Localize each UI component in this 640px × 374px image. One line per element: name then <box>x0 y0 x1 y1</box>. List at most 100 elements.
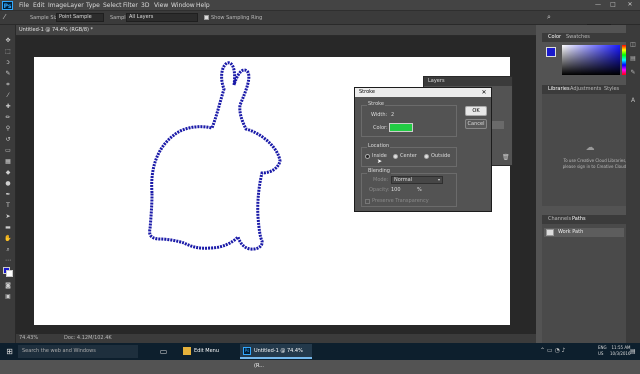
history-panel-icon[interactable]: ◫ <box>629 41 637 49</box>
dodge-tool-icon[interactable]: ● <box>3 180 13 188</box>
taskbar-photoshop[interactable]: Ps Untitled-1 @ 74.4% (R... <box>240 344 312 369</box>
trash-icon[interactable]: 🗑 <box>502 155 510 161</box>
eyedropper-tool-icon[interactable]: ⁄ <box>4 13 14 22</box>
layers-tab[interactable]: Layers <box>424 77 512 86</box>
color-tab[interactable]: Color <box>548 33 561 42</box>
taskbar-search-text: Search the web and Windows <box>22 348 96 354</box>
brush-tool-icon[interactable]: ✏ <box>3 114 13 122</box>
foreground-color-chip[interactable] <box>546 47 556 57</box>
photoshop-icon: Ps <box>243 347 251 355</box>
close-icon[interactable]: ✕ <box>480 88 488 97</box>
healing-brush-icon[interactable]: ✚ <box>3 103 13 111</box>
stroke-dialog: Stroke ✕ Stroke Width: 2 Color: Location… <box>354 87 492 212</box>
menu-filter[interactable]: Filter <box>123 1 138 10</box>
outside-radio[interactable] <box>424 154 429 159</box>
center-radio[interactable] <box>393 154 398 159</box>
adjustments-tab[interactable]: Adjustments <box>570 85 601 94</box>
quick-mask-icon[interactable]: ◙ <box>3 282 13 290</box>
clone-stamp-icon[interactable]: ⚲ <box>3 125 13 133</box>
hand-tool-icon[interactable]: ✋ <box>3 235 13 243</box>
opacity-unit: % <box>417 187 422 193</box>
taskbar-search[interactable]: Search the web and Windows <box>18 345 138 358</box>
menu-file[interactable]: File <box>19 1 29 10</box>
shape-tool-icon[interactable]: ▬ <box>3 224 13 232</box>
menu-select[interactable]: Select <box>103 1 122 10</box>
character-panel-icon[interactable]: A <box>629 97 637 105</box>
show-sampling-ring-checkbox[interactable] <box>204 15 209 20</box>
zoom-tool-icon[interactable]: ⌕ <box>3 246 13 254</box>
width-input[interactable]: 2 <box>391 112 394 119</box>
paths-tab[interactable]: Paths <box>572 215 586 224</box>
location-group-label: Location <box>367 143 391 150</box>
panel-icon-strip: ◫ ▤ ✎ A <box>626 25 640 343</box>
taskbar-edit-menu[interactable]: Edit Menu <box>180 344 238 359</box>
doc-size: Doc: 4.12M/102.4K <box>64 335 112 341</box>
stroke-color-swatch[interactable] <box>389 123 413 132</box>
properties-panel-icon[interactable]: ▤ <box>629 55 637 63</box>
screen-mode-icon[interactable]: ▣ <box>3 293 13 301</box>
menu-edit[interactable]: Edit <box>33 1 45 10</box>
pen-tool-icon[interactable]: ✒ <box>3 191 13 199</box>
swatches-tab[interactable]: Swatches <box>566 33 590 42</box>
gradient-tool-icon[interactable]: ▦ <box>3 158 13 166</box>
mode-select[interactable]: Normal ▾ <box>391 176 443 184</box>
background-color-swatch[interactable] <box>6 270 13 277</box>
stroke-group-label: Stroke <box>367 101 385 108</box>
search-icon[interactable]: ⌕ <box>547 13 557 22</box>
windows-taskbar: ⊞ Search the web and Windows ▭ Edit Menu… <box>0 343 640 369</box>
cancel-button[interactable]: Cancel <box>465 119 487 129</box>
zoom-level[interactable]: 74.43% <box>19 334 38 343</box>
color-label: Color: <box>373 125 388 131</box>
quick-select-tool-icon[interactable]: ✎ <box>3 70 13 78</box>
document-tab-bar: Untitled-1 @ 74.4% (RGB/8) * <box>16 25 536 36</box>
center-label: Center <box>400 153 417 159</box>
marquee-tool-icon[interactable]: ⬚ <box>3 48 13 56</box>
blur-tool-icon[interactable]: ◆ <box>3 169 13 177</box>
notifications-icon[interactable]: ▤ <box>630 347 638 356</box>
inside-radio[interactable] <box>365 154 370 159</box>
tools-panel: ✥ ⬚ ↄ ✎ ⌗ ⁄ ✚ ✏ ⚲ ↺ ▭ ▦ ◆ ● ✒ T ➤ ▬ ✋ ⌕ … <box>0 25 16 343</box>
task-view-icon[interactable]: ▭ <box>158 346 169 357</box>
minimize-button[interactable]: — <box>592 1 604 9</box>
opacity-input[interactable]: 100 <box>391 187 401 194</box>
styles-tab[interactable]: Styles <box>604 85 619 94</box>
system-tray-icons[interactable]: ⌃ ▭ ◔ ♪ <box>540 346 600 356</box>
color-field[interactable] <box>562 45 620 75</box>
maximize-button[interactable]: □ <box>607 1 619 9</box>
close-window-button[interactable]: ✕ <box>624 1 636 9</box>
crop-tool-icon[interactable]: ⌗ <box>3 81 13 89</box>
sample-select[interactable]: All Layers <box>126 13 198 22</box>
more-tools-icon[interactable]: ⋯ <box>3 257 13 265</box>
move-tool-icon[interactable]: ✥ <box>3 37 13 45</box>
preserve-transparency-checkbox[interactable] <box>365 199 370 204</box>
path-name: Work Path <box>558 229 584 235</box>
history-brush-icon[interactable]: ↺ <box>3 136 13 144</box>
eyedropper-icon[interactable]: ⁄ <box>3 92 13 100</box>
lasso-tool-icon[interactable]: ↄ <box>3 59 13 67</box>
windows-icon[interactable]: ⊞ <box>4 346 15 357</box>
document-tab[interactable]: Untitled-1 @ 74.4% (RGB/8) * <box>19 26 93 35</box>
path-row[interactable]: Work Path <box>544 228 624 237</box>
menu-help[interactable]: Help <box>196 1 210 10</box>
menu-window[interactable]: Window <box>171 1 195 10</box>
brush-panel-icon[interactable]: ✎ <box>629 69 637 77</box>
sample-size-select[interactable]: Point Sample <box>56 13 104 22</box>
channels-tab[interactable]: Channels <box>548 215 571 224</box>
menu-image[interactable]: Image <box>48 1 67 10</box>
libraries-message-line-2: please sign in to Creative Cloud. <box>562 164 628 169</box>
menu-view[interactable]: View <box>154 1 168 10</box>
eraser-tool-icon[interactable]: ▭ <box>3 147 13 155</box>
show-sampling-ring-label: Show Sampling Ring <box>211 15 263 21</box>
libraries-tab[interactable]: Libraries <box>548 85 570 94</box>
ok-button[interactable]: OK <box>465 106 487 116</box>
type-tool-icon[interactable]: T <box>3 202 13 210</box>
path-selection-icon[interactable]: ➤ <box>3 213 13 221</box>
menu-layer[interactable]: Layer <box>67 1 84 10</box>
language-indicator[interactable]: ENG US <box>598 345 607 357</box>
menu-3d[interactable]: 3D <box>141 1 149 10</box>
taskbar-app2-label: Untitled-1 @ 74.4% (R... <box>254 348 303 369</box>
photoshop-logo: Ps <box>2 1 13 10</box>
opacity-label: Opacity: <box>369 187 390 193</box>
menu-type[interactable]: Type <box>86 1 100 10</box>
clock[interactable]: 11:55 AM 10/3/2016 <box>610 345 631 357</box>
